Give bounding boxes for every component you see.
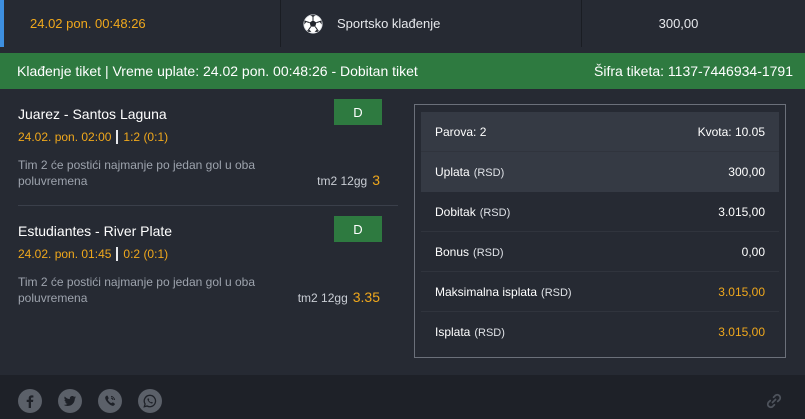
match-date: 24.02. pon. 02:00 — [18, 130, 112, 144]
link-icon[interactable] — [764, 391, 784, 411]
ticket-topbar: 24.02 pon. 00:48:26 Sportsko klađenje 30… — [0, 0, 805, 47]
summary-value: 300,00 — [728, 165, 765, 179]
summary-value: 3.015,00 — [718, 205, 765, 219]
facebook-icon[interactable] — [18, 389, 42, 413]
match-teams: Juarez - Santos Laguna — [18, 106, 167, 122]
ticket-status-bar: Klađenje tiket | Vreme uplate: 24.02 pon… — [0, 53, 805, 89]
meta-separator — [116, 247, 119, 261]
match-divider — [18, 205, 398, 206]
twitter-icon[interactable] — [58, 389, 82, 413]
viber-icon[interactable] — [98, 389, 122, 413]
summary-value: 3.015,00 — [718, 325, 765, 339]
match-teams: Estudiantes - River Plate — [18, 223, 173, 239]
currency-unit: (RSD) — [473, 247, 504, 259]
ticket-code: Šifra tiketa: 1137-7446934-1791 — [594, 63, 793, 79]
match-pick: tm2 12gg 3 — [317, 172, 380, 188]
ticket-summary: Parova: 2 Kvota: 10.05 Uplata (RSD) 300,0… — [414, 104, 786, 358]
pick-code: tm2 12gg — [297, 291, 348, 305]
summary-label: Isplata — [435, 325, 471, 339]
summary-row-stake: Uplata (RSD) 300,00 — [421, 152, 779, 192]
match-row: Estudiantes - River Plate 24.02. pon. 01… — [0, 216, 398, 323]
currency-unit: (RSD) — [474, 327, 505, 339]
sport-type: Sportsko klađenje — [280, 0, 582, 47]
whatsapp-icon[interactable] — [138, 389, 162, 413]
summary-label: Dobitak — [435, 205, 476, 219]
summary-row-max-payout: Maksimalna isplata (RSD) 3.015,00 — [421, 272, 779, 312]
summary-value: 3.015,00 — [718, 285, 765, 299]
match-row: Juarez - Santos Laguna 24.02. pon. 02:00… — [0, 99, 398, 196]
currency-unit: (RSD) — [541, 287, 572, 299]
summary-row-bonus: Bonus (RSD) 0,00 — [421, 232, 779, 272]
summary-row-payout: Isplata (RSD) 3.015,00 — [421, 312, 779, 352]
ticket-datetime: 24.02 pon. 00:48:26 — [30, 16, 146, 31]
match-status-badge: D — [334, 99, 382, 125]
match-date: 24.02. pon. 01:45 — [18, 247, 112, 261]
summary-row-pairs: Parova: 2 Kvota: 10.05 — [421, 112, 779, 152]
meta-separator — [116, 130, 119, 144]
summary-row-winnings: Dobitak (RSD) 3.015,00 — [421, 192, 779, 232]
pick-code: tm2 12gg — [317, 174, 368, 188]
match-tip: Tim 2 će postići najmanje po jedan gol u… — [18, 275, 256, 305]
pick-odd: 3.35 — [352, 289, 380, 305]
match-meta: 24.02. pon. 02:00 1:2 (0:1) — [18, 130, 168, 144]
summary-value: 0,00 — [741, 245, 765, 259]
ticket-amount: 300,00 — [658, 16, 699, 31]
match-pick: tm2 12gg 3.35 — [298, 289, 380, 305]
match-status-badge: D — [334, 216, 382, 242]
currency-unit: (RSD) — [479, 207, 511, 219]
ticket-title: Klađenje tiket | Vreme uplate: 24.02 pon… — [17, 63, 418, 79]
currency-unit: (RSD) — [473, 167, 505, 179]
soccer-ball-icon — [303, 13, 323, 34]
match-tip: Tim 2 će postići najmanje po jedan gol u… — [18, 158, 256, 188]
pairs-count: Parova: 2 — [435, 125, 487, 139]
share-footer — [0, 375, 805, 419]
summary-label: Uplata — [435, 165, 470, 179]
pick-odd: 3 — [372, 172, 380, 188]
summary-label: Maksimalna isplata — [435, 285, 538, 299]
summary-label: Bonus — [435, 245, 470, 259]
match-meta: 24.02. pon. 01:45 0:2 (0:1) — [18, 247, 168, 261]
match-result: 0:2 (0:1) — [123, 247, 169, 261]
total-odds: Kvota: 10.05 — [697, 125, 765, 139]
match-result: 1:2 (0:1) — [123, 130, 169, 144]
sport-label: Sportsko klađenje — [337, 16, 441, 31]
